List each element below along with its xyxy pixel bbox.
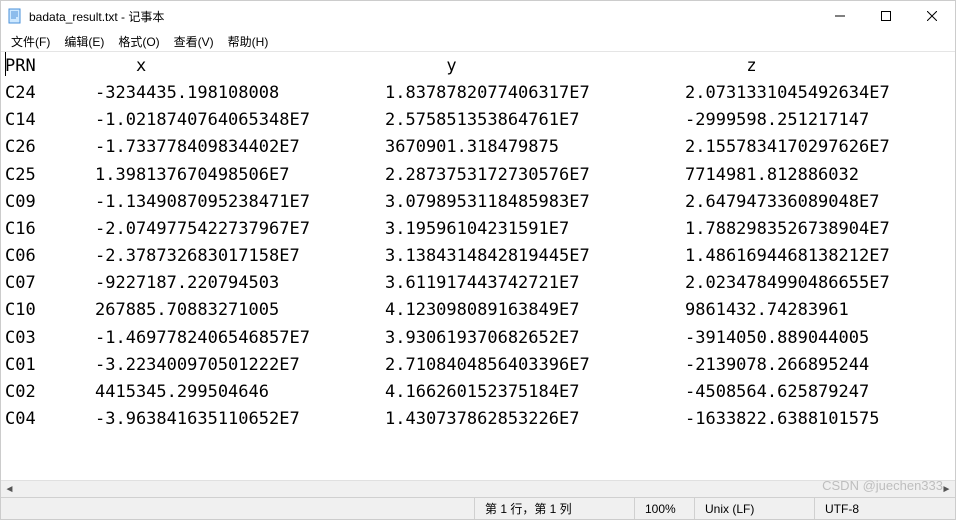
menu-help[interactable]: 帮助(H) <box>222 31 275 52</box>
cell: C16 <box>5 216 95 243</box>
col-header-z: z <box>685 53 757 80</box>
table-row: C03-1.4697782406546857E73.93061937068265… <box>5 325 951 352</box>
text-area[interactable]: PRN x y zC24-3234435.1981080081.83787820… <box>1 51 955 480</box>
cell: -1633822.6388101575 <box>685 406 879 433</box>
cell: 2.647947336089048E7 <box>685 189 879 216</box>
menubar: 文件(F) 编辑(E) 格式(O) 查看(V) 帮助(H) <box>1 31 955 51</box>
maximize-button[interactable] <box>863 1 909 31</box>
col-header-prn: PRN <box>5 53 95 80</box>
cell: 2.7108404856403396E7 <box>385 352 685 379</box>
cell: 4.123098089163849E7 <box>385 297 685 324</box>
cell: 1.430737862853226E7 <box>385 406 685 433</box>
horizontal-scrollbar[interactable]: ◄ ► <box>1 480 955 497</box>
table-row: C01-3.223400970501222E72.710840485640339… <box>5 352 951 379</box>
table-row: C14-1.0218740764065348E72.57585135386476… <box>5 107 951 134</box>
cell: 1.4861694468138212E7 <box>685 243 890 270</box>
cell: C02 <box>5 379 95 406</box>
scroll-right-button[interactable]: ► <box>938 481 955 498</box>
table-row: C10267885.708832710054.123098089163849E7… <box>5 297 951 324</box>
table-row: C06-2.378732683017158E73.138431484281944… <box>5 243 951 270</box>
cell: 3.1384314842819445E7 <box>385 243 685 270</box>
cell: -9227187.220794503 <box>95 270 385 297</box>
menu-edit[interactable]: 编辑(E) <box>58 31 110 52</box>
cell: 267885.70883271005 <box>95 297 385 324</box>
cell: C26 <box>5 134 95 161</box>
cell: 1.398137670498506E7 <box>95 162 385 189</box>
status-eol: Unix (LF) <box>695 498 815 519</box>
cell: 2.0731331045492634E7 <box>685 80 890 107</box>
cell: 3.930619370682652E7 <box>385 325 685 352</box>
cell: C07 <box>5 270 95 297</box>
status-encoding: UTF-8 <box>815 498 955 519</box>
menu-format[interactable]: 格式(O) <box>112 31 165 52</box>
menu-view[interactable]: 查看(V) <box>168 31 220 52</box>
scroll-left-button[interactable]: ◄ <box>1 481 18 498</box>
cell: -4508564.625879247 <box>685 379 869 406</box>
cell: -3.223400970501222E7 <box>95 352 385 379</box>
cell: 2.0234784990486655E7 <box>685 270 890 297</box>
cell: C25 <box>5 162 95 189</box>
cell: 4415345.299504646 <box>95 379 385 406</box>
cell: -3914050.889044005 <box>685 325 869 352</box>
cell: C03 <box>5 325 95 352</box>
cell: C01 <box>5 352 95 379</box>
statusbar: 第 1 行，第 1 列 100% Unix (LF) UTF-8 <box>1 497 955 519</box>
window-title: badata_result.txt - 记事本 <box>29 8 164 25</box>
cell: 2.575851353864761E7 <box>385 107 685 134</box>
cell: C04 <box>5 406 95 433</box>
close-button[interactable] <box>909 1 955 31</box>
cell: 4.166260152375184E7 <box>385 379 685 406</box>
cell: -3.963841635110652E7 <box>95 406 385 433</box>
cell: -1.4697782406546857E7 <box>95 325 385 352</box>
table-row: C24-3234435.1981080081.8378782077406317E… <box>5 80 951 107</box>
cell: C06 <box>5 243 95 270</box>
cell: C10 <box>5 297 95 324</box>
table-row: C251.398137670498506E72.2873753172730576… <box>5 162 951 189</box>
table-row: C26-1.733778409834402E73670901.318479875… <box>5 134 951 161</box>
cell: 1.8378782077406317E7 <box>385 80 685 107</box>
status-zoom: 100% <box>635 498 695 519</box>
table-row: C16-2.0749775422737967E73.19596104231591… <box>5 216 951 243</box>
minimize-button[interactable] <box>817 1 863 31</box>
cell: -2.0749775422737967E7 <box>95 216 385 243</box>
cell: C14 <box>5 107 95 134</box>
cell: -1.1349087095238471E7 <box>95 189 385 216</box>
cell: -1.0218740764065348E7 <box>95 107 385 134</box>
cell: 3.611917443742721E7 <box>385 270 685 297</box>
table-row: C04-3.963841635110652E71.430737862853226… <box>5 406 951 433</box>
col-header-y: y <box>385 53 685 80</box>
cell: -2139078.266895244 <box>685 352 869 379</box>
header-row: PRN x y z <box>5 52 951 80</box>
table-row: C07-9227187.2207945033.611917443742721E7… <box>5 270 951 297</box>
cell: 3670901.318479875 <box>385 134 685 161</box>
col-header-x: x <box>95 53 385 80</box>
cell: -1.733778409834402E7 <box>95 134 385 161</box>
cell: 2.2873753172730576E7 <box>385 162 685 189</box>
titlebar: badata_result.txt - 记事本 <box>1 1 955 31</box>
cell: 3.0798953118485983E7 <box>385 189 685 216</box>
cell: C24 <box>5 80 95 107</box>
window-controls <box>817 1 955 31</box>
table-row: C024415345.2995046464.166260152375184E7-… <box>5 379 951 406</box>
cell: -2.378732683017158E7 <box>95 243 385 270</box>
cell: C09 <box>5 189 95 216</box>
cell: 9861432.74283961 <box>685 297 849 324</box>
menu-file[interactable]: 文件(F) <box>5 31 56 52</box>
cell: -3234435.198108008 <box>95 80 385 107</box>
notepad-icon <box>7 8 23 24</box>
cell: 7714981.812886032 <box>685 162 859 189</box>
cell: 2.1557834170297626E7 <box>685 134 890 161</box>
cell: 1.7882983526738904E7 <box>685 216 890 243</box>
cell: -2999598.251217147 <box>685 107 869 134</box>
table-row: C09-1.1349087095238471E73.07989531184859… <box>5 189 951 216</box>
cell: 3.19596104231591E7 <box>385 216 685 243</box>
scroll-track[interactable] <box>18 481 938 497</box>
status-position: 第 1 行，第 1 列 <box>475 498 635 519</box>
